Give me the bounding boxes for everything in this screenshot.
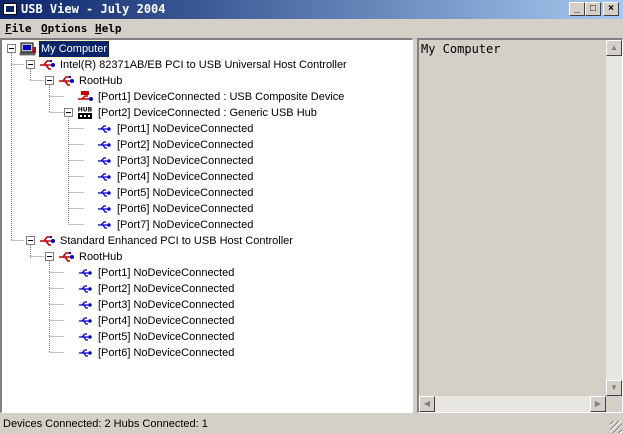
collapse-hub-toggle[interactable] <box>64 108 73 117</box>
scroll-right-button[interactable]: ▶ <box>590 396 606 412</box>
tree-node-controller-2[interactable]: Standard Enhanced PCI to USB Host Contro… <box>38 233 338 249</box>
scroll-down-button[interactable]: ▼ <box>606 380 622 396</box>
usb-device-icon <box>78 91 93 101</box>
usb-port-icon <box>79 285 92 293</box>
usb-port-icon <box>79 333 92 341</box>
scrollbar-corner <box>606 396 622 412</box>
scroll-left-button[interactable]: ◀ <box>419 396 435 412</box>
usb-port-icon <box>79 317 92 325</box>
usb-roothub-icon <box>59 76 74 86</box>
tree-node-roothub2-port-1[interactable]: [Port1] NoDeviceConnected <box>76 265 276 281</box>
scroll-up-button[interactable]: ▲ <box>606 40 622 56</box>
tree-node-roothub2-port-2[interactable]: [Port2] NoDeviceConnected <box>76 281 276 297</box>
usb-port-icon <box>98 189 111 197</box>
tree-node-controller-1[interactable]: Intel(R) 82371AB/EB PCI to USB Universal… <box>38 57 368 73</box>
collapse-controller1-toggle[interactable] <box>26 60 35 69</box>
usb-port-icon <box>98 125 111 133</box>
tree-node-hub-port-3[interactable]: [Port3] NoDeviceConnected <box>95 153 295 169</box>
tree-node-my-computer[interactable]: My Computer <box>19 40 139 58</box>
status-text: Devices Connected: 2 Hubs Connected: 1 <box>3 418 208 430</box>
tree-node-hub-port-4[interactable]: [Port4] NoDeviceConnected <box>95 169 295 185</box>
app-icon[interactable] <box>3 3 17 15</box>
collapse-roothub2-toggle[interactable] <box>45 252 54 261</box>
close-button[interactable]: × <box>603 2 619 16</box>
tree-node-hub-port-1[interactable]: [Port1] NoDeviceConnected <box>95 121 295 137</box>
usb-port-icon <box>98 173 111 181</box>
usb-port-icon <box>98 141 111 149</box>
tree-node-hub-port-5[interactable]: [Port5] NoDeviceConnected <box>95 185 295 201</box>
menu-bar: File Options Help <box>0 19 623 38</box>
usb-port-icon <box>98 205 111 213</box>
usb-port-icon <box>98 221 111 229</box>
device-tree[interactable]: My Computer Intel(R) 82371AB/EB PCI to U… <box>0 38 413 413</box>
usb-controller-icon <box>40 236 55 246</box>
svg-text:HUB: HUB <box>78 107 93 114</box>
window-title: USB View - July 2004 <box>21 2 166 16</box>
usb-port-icon <box>79 269 92 277</box>
menu-options[interactable]: Options <box>41 22 87 36</box>
maximize-button[interactable]: □ <box>585 2 601 16</box>
tree-node-roothub2-port-3[interactable]: [Port3] NoDeviceConnected <box>76 297 276 313</box>
tree-node-hub-port-2[interactable]: [Port2] NoDeviceConnected <box>95 137 295 153</box>
minimize-button[interactable]: _ <box>569 2 585 16</box>
collapse-controller2-toggle[interactable] <box>26 236 35 245</box>
usb-port-icon <box>79 349 92 357</box>
title-bar[interactable]: USB View - July 2004 _ □ × <box>0 0 623 19</box>
collapse-root-toggle[interactable] <box>7 44 16 53</box>
tree-node-roothub-2[interactable]: RootHub <box>57 249 177 265</box>
tree-node-roothub2-port-5[interactable]: [Port5] NoDeviceConnected <box>76 329 276 345</box>
tree-node-roothub2-port-6[interactable]: [Port6] NoDeviceConnected <box>76 345 276 361</box>
status-bar: Devices Connected: 2 Hubs Connected: 1 <box>0 415 623 434</box>
tree-node-port2-generic-hub[interactable]: HUB [Port2] DeviceConnected : Generic US… <box>76 105 376 121</box>
horizontal-scrollbar[interactable]: ◀ ▶ <box>419 396 606 412</box>
usb-roothub-icon <box>59 252 74 262</box>
hub-icon: HUB <box>77 106 93 119</box>
tree-node-roothub2-port-4[interactable]: [Port4] NoDeviceConnected <box>76 313 276 329</box>
detail-text: My Computer <box>421 42 501 56</box>
menu-file[interactable]: File <box>5 22 32 36</box>
detail-pane[interactable]: My Computer ▲ ▼ ◀ ▶ <box>417 38 623 413</box>
menu-help[interactable]: Help <box>95 22 122 36</box>
vertical-scrollbar[interactable]: ▲ ▼ <box>606 40 622 396</box>
usb-port-icon <box>98 157 111 165</box>
tree-node-hub-port-6[interactable]: [Port6] NoDeviceConnected <box>95 201 295 217</box>
computer-icon <box>19 42 36 56</box>
usb-controller-icon <box>40 60 55 70</box>
tree-node-roothub-1[interactable]: RootHub <box>57 73 177 89</box>
tree-node-port1-composite-device[interactable]: [Port1] DeviceConnected : USB Composite … <box>76 89 376 105</box>
collapse-roothub1-toggle[interactable] <box>45 76 54 85</box>
resize-grip[interactable] <box>610 421 622 433</box>
tree-node-hub-port-7[interactable]: [Port7] NoDeviceConnected <box>95 217 295 233</box>
usb-port-icon <box>79 301 92 309</box>
